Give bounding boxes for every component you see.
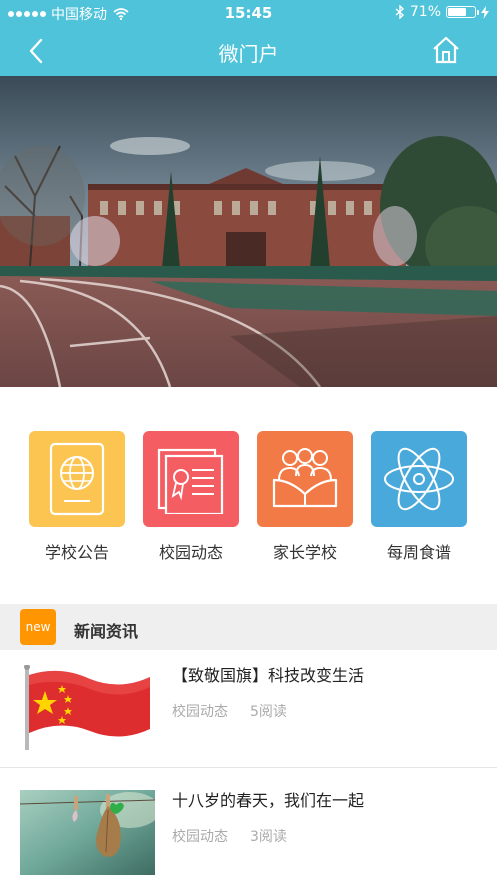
news-thumbnail-spring: [20, 790, 155, 875]
quick-menu: 学校公告 校园动态 家长学校 每周食谱: [0, 387, 497, 604]
news-item-meta: 校园动态 3阅读: [172, 826, 287, 846]
news-item-reads: 3阅读: [250, 829, 287, 845]
bluetooth-icon: [395, 5, 404, 19]
status-bar: 中国移动 15:45 71%: [0, 0, 497, 26]
new-badge: new: [20, 609, 56, 645]
passport-icon: [49, 442, 105, 516]
charging-icon: [481, 5, 489, 19]
campus-photo: [0, 76, 497, 387]
menu-parent-school-tile: [257, 431, 353, 527]
home-icon[interactable]: [431, 35, 461, 65]
news-section-title: 新闻资讯: [74, 622, 139, 641]
menu-campus-news-tile: [143, 431, 239, 527]
news-item-reads: 5阅读: [250, 704, 287, 720]
menu-campus-news-label: 校园动态: [158, 543, 223, 562]
flag-image: [24, 665, 150, 750]
spring-image: [20, 790, 155, 875]
menu-campus-news[interactable]: 校园动态: [143, 431, 239, 563]
family-book-icon: [272, 448, 338, 508]
menu-weekly-menu-label: 每周食谱: [386, 543, 451, 562]
news-item[interactable]: 【致敬国旗】科技改变生活 校园动态 5阅读: [0, 650, 497, 768]
news-item-meta: 校园动态 5阅读: [172, 701, 287, 721]
nav-bar: 微门户: [0, 26, 497, 76]
certificate-icon: [157, 448, 224, 514]
campus-banner[interactable]: [0, 76, 497, 387]
news-item-category: 校园动态: [172, 704, 228, 720]
status-right: 71%: [395, 4, 489, 20]
news-section-header: new 新闻资讯: [0, 604, 497, 650]
header: 中国移动 15:45 71% 微门户: [0, 0, 497, 76]
divider: [0, 767, 497, 768]
menu-weekly-menu[interactable]: 每周食谱: [371, 431, 467, 563]
page-title: 微门户: [218, 42, 279, 66]
menu-weekly-menu-tile: [371, 431, 467, 527]
battery-percent: 71%: [409, 4, 441, 20]
atom-icon: [384, 447, 454, 511]
menu-school-notice[interactable]: 学校公告: [29, 431, 125, 563]
news-item-title: 【致敬国旗】科技改变生活: [172, 666, 365, 685]
news-item-title: 十八岁的春天，我们在一起: [172, 791, 365, 810]
menu-parent-school-label: 家长学校: [272, 543, 337, 562]
news-thumbnail-flag: [20, 665, 155, 750]
news-item[interactable]: 十八岁的春天，我们在一起 校园动态 3阅读: [0, 775, 497, 893]
menu-school-notice-label: 学校公告: [44, 543, 109, 562]
news-item-category: 校园动态: [172, 829, 228, 845]
menu-school-notice-tile: [29, 431, 125, 527]
menu-parent-school[interactable]: 家长学校: [257, 431, 353, 563]
battery-icon: [446, 6, 479, 18]
battery-level: [448, 8, 467, 16]
